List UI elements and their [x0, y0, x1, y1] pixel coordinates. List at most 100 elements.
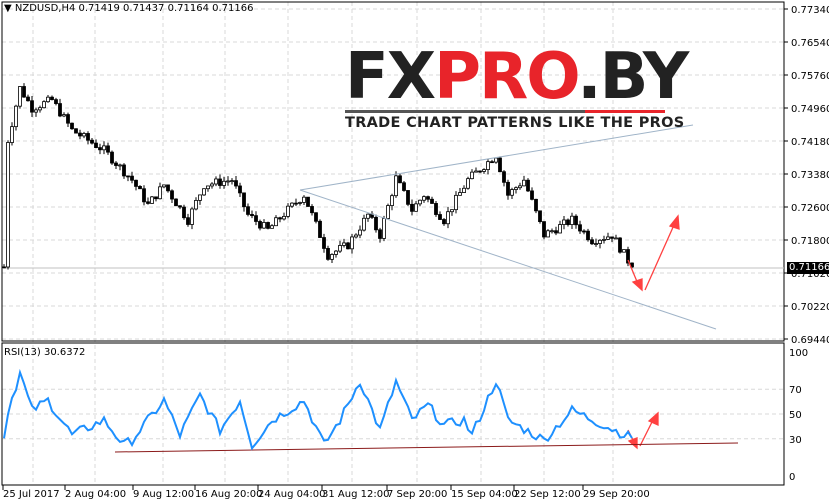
candle: [390, 193, 394, 211]
forecast-arrows: [627, 214, 680, 450]
candle: [402, 181, 406, 192]
candle: [526, 178, 530, 193]
candle: [262, 219, 266, 229]
candle: [558, 220, 562, 234]
candle: [514, 186, 518, 194]
candle: [562, 215, 566, 230]
candle: [486, 158, 490, 175]
candle: [6, 140, 10, 270]
candle: [194, 197, 198, 211]
time-tick: 31 Aug 12:00: [322, 489, 389, 500]
lower-trendline[interactable]: [299, 189, 717, 330]
candle: [274, 215, 278, 227]
candle: [270, 224, 274, 229]
candle: [190, 207, 194, 230]
candle: [102, 141, 106, 155]
price-tick: 0.74960: [791, 104, 829, 115]
candle: [586, 228, 590, 242]
logo-tagline: TRADE CHART PATTERNS LIKE THE PROS: [345, 115, 685, 131]
candle: [382, 215, 386, 242]
candle: [570, 212, 574, 229]
candle: [482, 168, 486, 174]
time-tick: 25 Jul 2017: [3, 489, 60, 500]
candle: [298, 201, 302, 206]
candle: [62, 112, 66, 118]
candle: [22, 83, 26, 98]
dropdown-triangle-icon[interactable]: ▼: [4, 3, 15, 14]
candle: [186, 213, 190, 227]
logo-fx: FX: [345, 40, 436, 114]
candle: [10, 122, 14, 146]
candle: [130, 171, 134, 184]
candle: [406, 190, 410, 207]
candle: [506, 179, 510, 200]
candle: [14, 104, 18, 131]
candle: [530, 187, 534, 201]
candle: [566, 218, 570, 227]
candle: [54, 97, 58, 106]
candle: [46, 94, 50, 103]
candle: [206, 185, 210, 192]
candle: [158, 182, 162, 200]
logo-pro: PRO: [434, 40, 579, 114]
candle: [106, 142, 110, 155]
chart-window[interactable]: 0.77340 0.76540 0.75760 0.74960 0.74180 0.733…: [0, 0, 829, 504]
candle: [422, 195, 426, 203]
candle: [142, 185, 146, 206]
candle: [374, 214, 378, 233]
rsi-trendline[interactable]: [114, 442, 739, 453]
candle: [458, 187, 462, 196]
candle: [550, 228, 554, 234]
candle: [294, 198, 298, 207]
price-tick: 0.76540: [791, 38, 829, 49]
candle: [614, 234, 618, 240]
candle: [282, 212, 286, 221]
candle: [418, 199, 422, 207]
price-tick: 0.70220: [791, 302, 829, 313]
rsi-tick: 70: [789, 385, 802, 396]
candle: [554, 226, 558, 236]
candle: [622, 249, 626, 253]
candle: [26, 94, 30, 102]
candle: [198, 194, 202, 205]
candle: [434, 200, 438, 217]
candle: [242, 192, 246, 212]
candle: [278, 216, 282, 223]
candle: [202, 188, 206, 196]
logo-by: .BY: [577, 40, 689, 114]
candle: [138, 185, 142, 190]
candle: [446, 206, 450, 229]
candle: [334, 249, 338, 258]
candle: [518, 182, 522, 190]
price-tick: 0.72600: [791, 203, 829, 214]
candle: [430, 196, 434, 204]
candle: [326, 245, 330, 261]
candle: [318, 219, 322, 238]
candle: [38, 105, 42, 113]
price-tick: 0.69440: [791, 335, 829, 346]
rsi-line: [3, 368, 633, 451]
rsi-arrow-down-icon: [627, 437, 638, 450]
candle: [398, 173, 402, 184]
candle: [234, 176, 238, 189]
candle: [598, 239, 602, 249]
candle: [114, 161, 118, 169]
price-tick: 0.74180: [791, 137, 829, 148]
candle: [134, 179, 138, 191]
upper-trendline[interactable]: [299, 124, 694, 191]
candle: [58, 98, 62, 118]
candle: [510, 187, 514, 199]
candle: [346, 241, 350, 250]
candle: [590, 237, 594, 245]
candle: [322, 233, 326, 253]
time-tick: 22 Sep 12:00: [514, 489, 581, 500]
candle: [18, 86, 22, 109]
candle: [606, 232, 610, 240]
candle: [246, 203, 250, 217]
candle: [370, 211, 374, 220]
rsi-pane-border: [1, 342, 785, 486]
candle: [118, 163, 122, 171]
candle: [182, 204, 186, 220]
candle: [438, 211, 442, 220]
candle: [110, 150, 114, 165]
